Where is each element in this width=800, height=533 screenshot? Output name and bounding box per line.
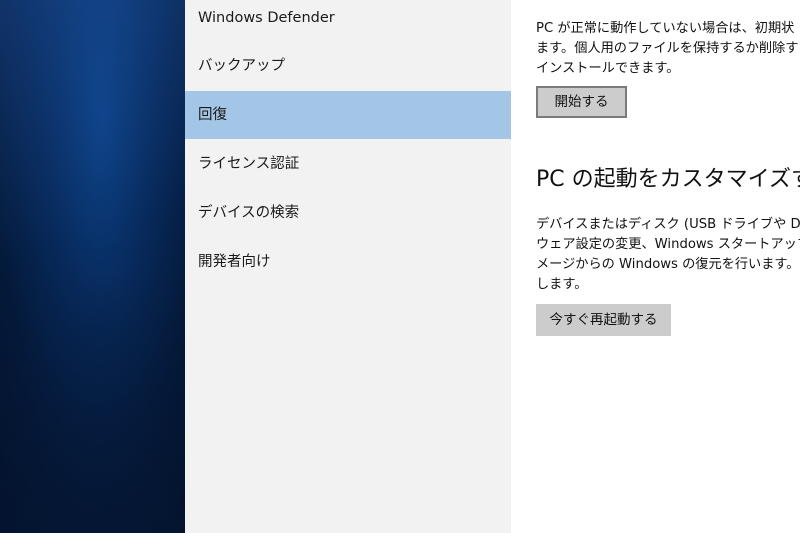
sidebar-item-for-developers[interactable]: 開発者向け xyxy=(185,238,511,286)
sidebar-item-activation[interactable]: ライセンス認証 xyxy=(185,140,511,188)
reset-description-line: ます。個人用のファイルを保持するか削除する xyxy=(536,41,800,56)
sidebar-item-recovery[interactable]: 回復 xyxy=(185,91,511,139)
advanced-startup-description-line: メージからの Windows の復元を行います。こ xyxy=(536,257,800,272)
advanced-startup-description-line: デバイスまたはディスク (USB ドライブや DVD な xyxy=(536,217,800,232)
sidebar-item-windows-defender[interactable]: Windows Defender xyxy=(185,0,511,42)
desktop-wallpaper xyxy=(0,0,185,533)
reset-description-line: PC が正常に動作していない場合は、初期状 xyxy=(536,21,795,36)
recovery-content: PC が正常に動作していない場合は、初期状 ます。個人用のファイルを保持するか削… xyxy=(511,0,800,533)
reset-description-line: インストールできます。 xyxy=(536,61,680,76)
advanced-startup-description: デバイスまたはディスク (USB ドライブや DVD な ウェア設定の変更、Wi… xyxy=(536,215,800,295)
reset-description: PC が正常に動作していない場合は、初期状 ます。個人用のファイルを保持するか削… xyxy=(536,19,800,79)
restart-now-button[interactable]: 今すぐ再起動する xyxy=(536,304,671,336)
sidebar-item-find-my-device[interactable]: デバイスの検索 xyxy=(185,189,511,237)
advanced-startup-heading: PC の起動をカスタマイズする xyxy=(536,167,800,192)
settings-sidebar: Windows Defender バックアップ 回復 ライセンス認証 デバイスの… xyxy=(185,0,511,533)
settings-window: Windows Defender バックアップ 回復 ライセンス認証 デバイスの… xyxy=(0,0,800,533)
start-reset-button[interactable]: 開始する xyxy=(536,86,627,118)
sidebar-item-backup[interactable]: バックアップ xyxy=(185,42,511,90)
advanced-startup-description-line: します。 xyxy=(536,277,588,292)
advanced-startup-description-line: ウェア設定の変更、Windows スタートアップ設 xyxy=(536,237,800,252)
